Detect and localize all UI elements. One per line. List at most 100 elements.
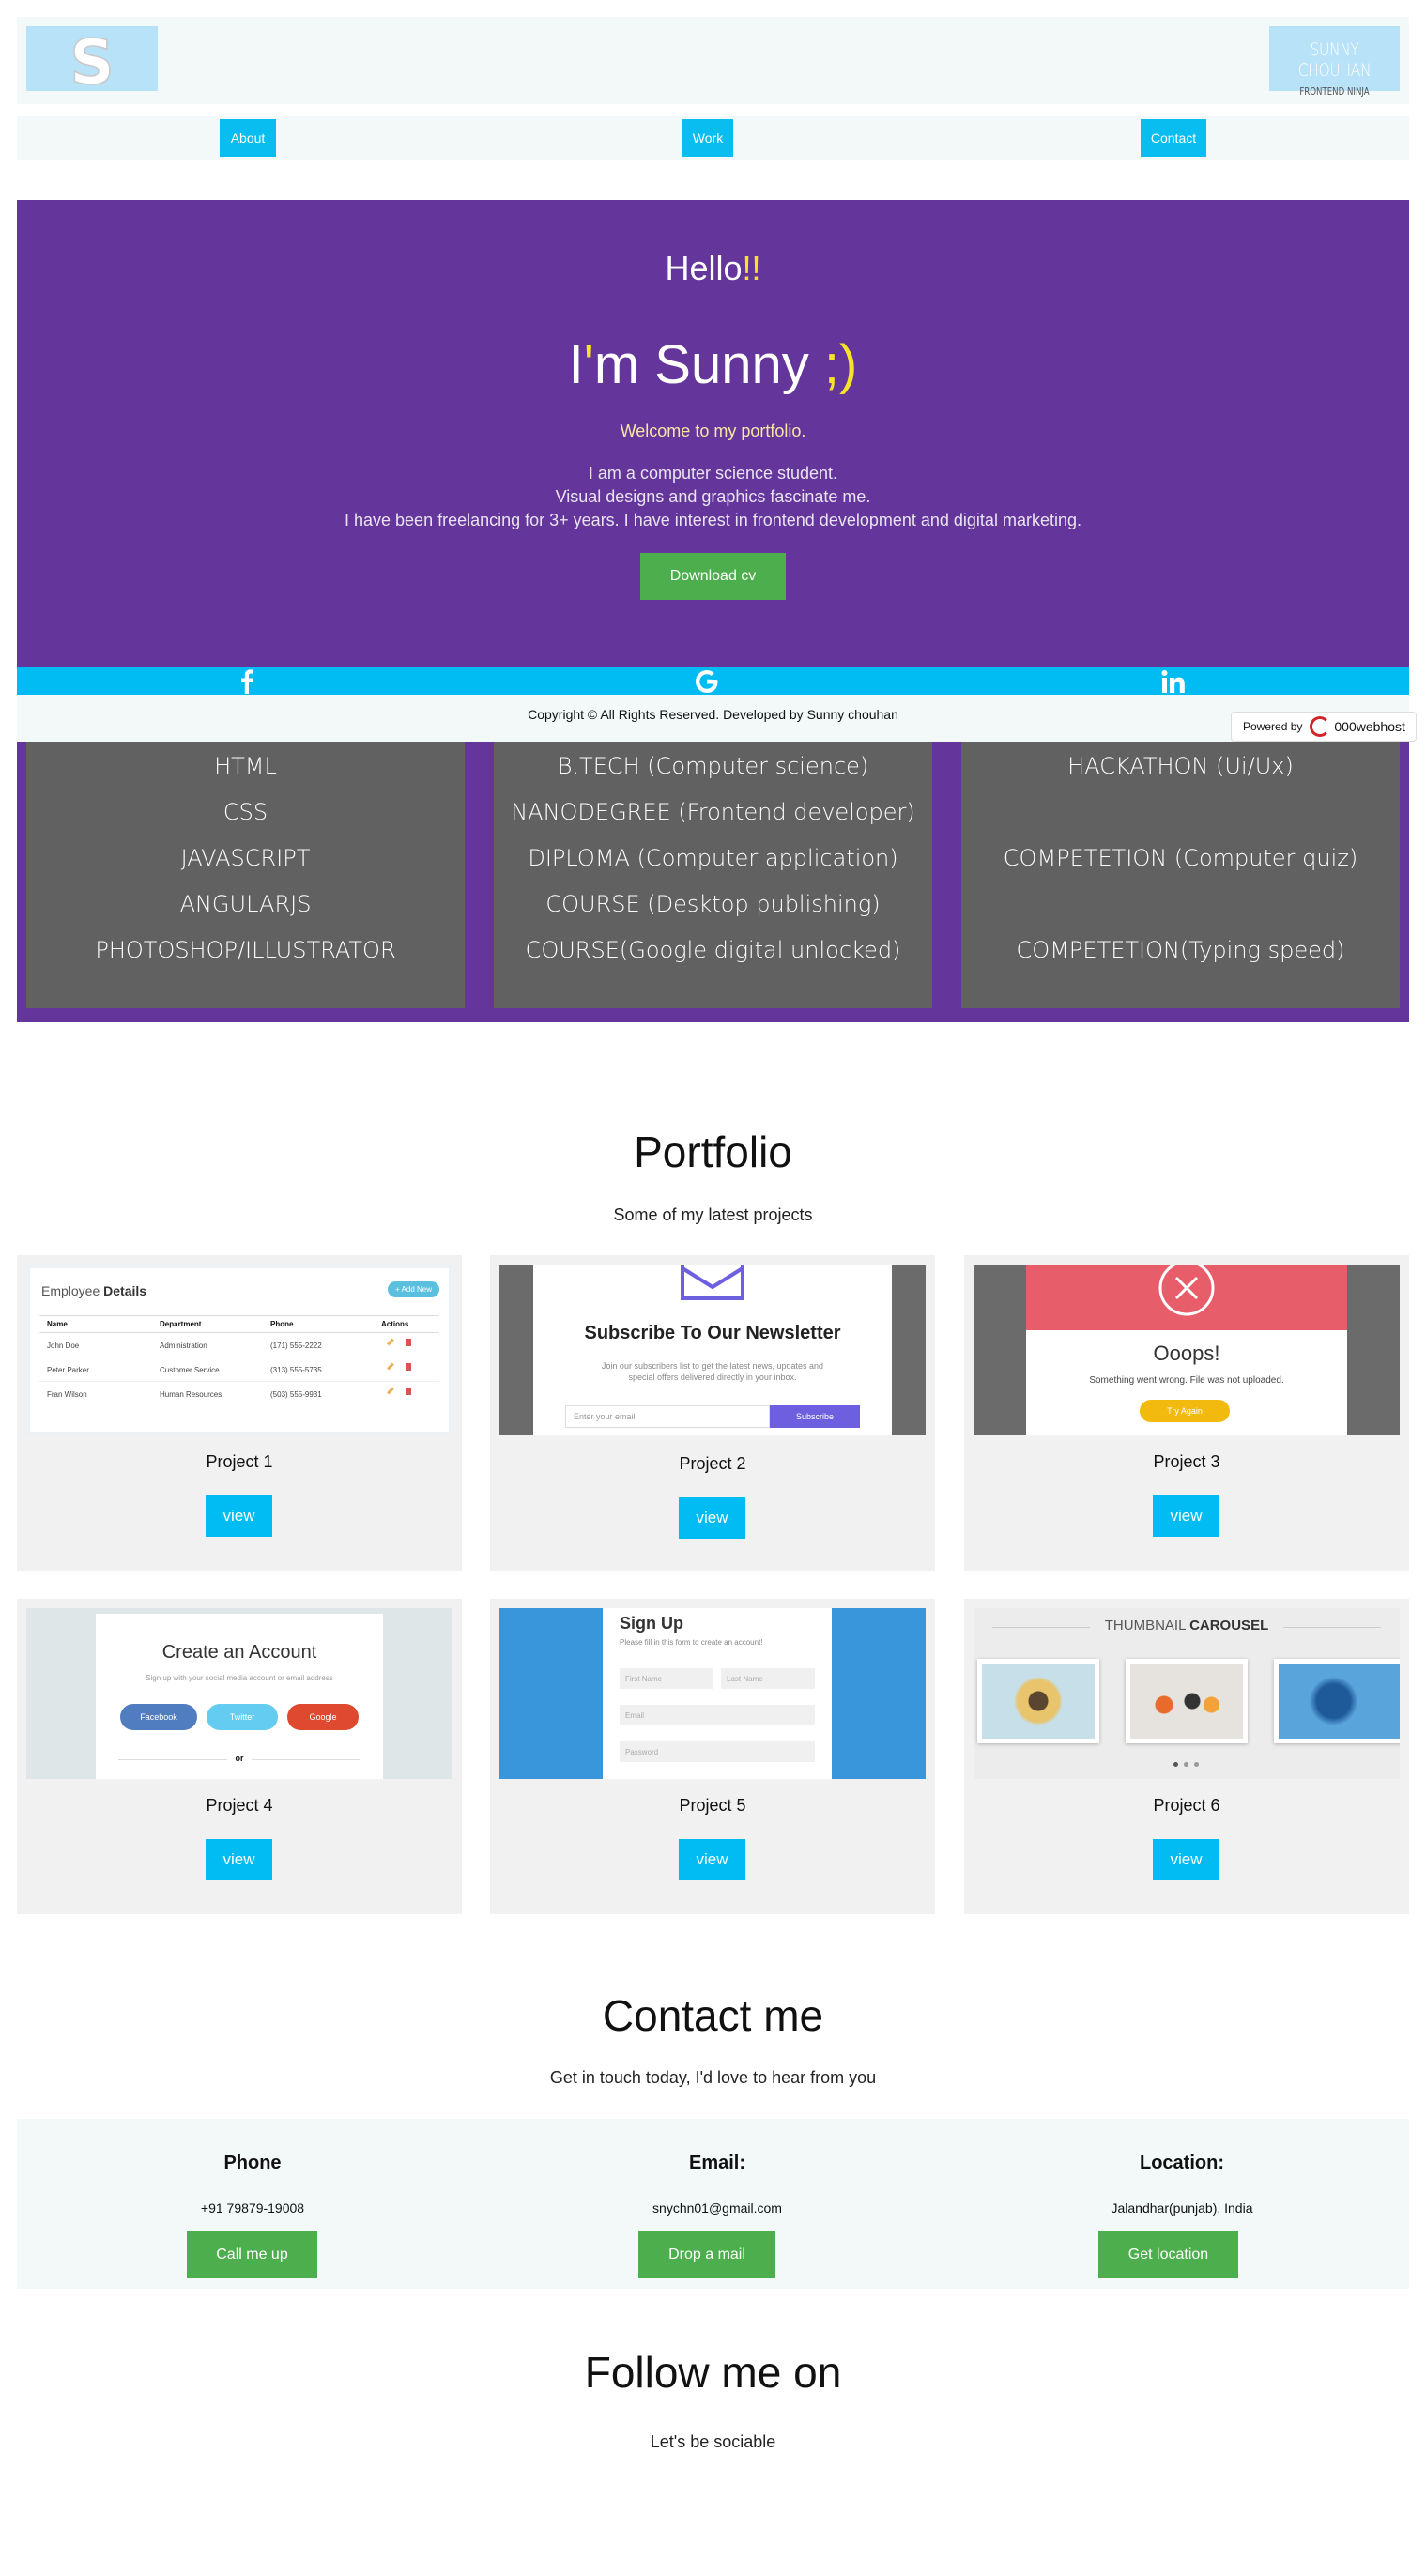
project-view-button[interactable]: view [679,1839,745,1880]
project-title: Project 1 [206,1452,273,1471]
call-button[interactable]: Call me up [187,2231,317,2278]
project-card: Subscribe To Our Newsletter Join our sub… [490,1255,935,1571]
social-bar [17,667,1409,695]
skill-item: ANGULARJS [179,891,312,917]
project-view-button[interactable]: view [679,1497,745,1539]
thumb-text: Something went wrong. File was not uploa… [1089,1375,1284,1386]
carousel-dot [1194,1762,1199,1767]
contact-title: Contact me [602,1991,824,2040]
bio-line: I am a computer science student. [588,464,838,483]
thumb-heading: Create an Account [161,1642,317,1663]
thumb-field: Last Name [721,1668,815,1689]
delete-icon [406,1363,411,1371]
contact-label: Email: [688,2153,746,2173]
project-thumbnail[interactable]: Create an Account Sign up with your soci… [26,1608,452,1779]
thumb-cell: Human Resources [160,1390,222,1399]
carousel-image [1274,1659,1400,1743]
skill-item: PHOTOSHOP/ILLUSTRATOR [95,937,396,963]
project-view-button[interactable]: view [1153,1839,1219,1880]
hero-welcome: Welcome to my portfolio. [620,422,806,440]
thumb-cell: Administration [160,1342,207,1350]
follow-title: Follow me on [584,2348,842,2397]
thumb-header: Actions [381,1320,409,1328]
nav-work[interactable]: Work [682,119,733,157]
project-title: Project 2 [679,1454,746,1473]
contact-label: Phone [223,2153,282,2173]
education-item: COURSE(Google digital unlocked) [525,937,901,963]
nav-contact[interactable]: Contact [1141,119,1206,157]
webhost-logo-icon [1310,716,1331,737]
skills-column: HTML CSS JAVASCRIPT ANGULARJS PHOTOSHOP/… [26,742,465,1008]
nav-about[interactable]: About [220,119,276,157]
thumb-text: Please fill in this form to create an ac… [620,1638,763,1647]
error-close-icon [1158,1265,1215,1316]
follow-subtitle: Let's be sociable [650,2432,776,2451]
envelope-icon [681,1265,744,1300]
thumb-button: Try Again [1140,1400,1230,1422]
edit-icon [387,1338,394,1346]
carousel-image [977,1659,1099,1743]
copyright: Copyright © All Rights Reserved. Develop… [17,695,1409,742]
project-thumbnail[interactable]: Subscribe To Our Newsletter Join our sub… [499,1265,926,1435]
site-header: S SUNNY CHOUHAN FRONTEND NINJA [17,17,1409,104]
project-thumbnail[interactable]: Ooops! Something went wrong. File was no… [974,1265,1400,1435]
bio-line: Visual designs and graphics fascinate me… [555,487,871,506]
contact-value: snychn01@gmail.com [652,2200,782,2216]
thumb-field: Email [620,1705,815,1725]
thumb-button: Subscribe [770,1405,860,1428]
linkedin-icon[interactable] [1161,669,1186,694]
thumb-heading: Ooops! [1153,1342,1220,1365]
education-item: DIPLOMA (Computer application) [528,845,898,871]
brand-tagline: FRONTEND NINJA [1299,86,1370,98]
edit-icon [387,1387,394,1395]
project-thumbnail[interactable]: THUMBNAIL CAROUSEL [974,1608,1400,1779]
powered-by-badge[interactable]: Powered by 000webhost [1231,712,1417,742]
carousel-dot [1173,1762,1178,1767]
project-title: Project 3 [1153,1452,1220,1471]
thumb-google-button: Google [287,1704,359,1730]
thumb-or: or [227,1754,252,1763]
project-card: Ooops! Something went wrong. File was no… [964,1255,1409,1571]
project-card: THUMBNAIL CAROUSEL Project 6 view [964,1599,1409,1914]
logo-s-icon: S [69,29,115,89]
location-button[interactable]: Get location [1098,2231,1238,2278]
contact-label: Location: [1140,2153,1224,2173]
achievements-column: HACKATHON (Ui/Ux) COMPETETION (Computer … [961,742,1400,1008]
portfolio-subtitle: Some of my latest projects [613,1205,813,1224]
project-card: Sign Up Please fill in this form to crea… [490,1599,935,1914]
google-icon[interactable] [695,669,719,694]
thumb-cell: (171) 555-2222 [270,1342,322,1350]
thumb-facebook-button: Facebook [120,1704,197,1730]
project-card: Employee Details + Add New Name Departme… [17,1255,462,1571]
thumb-field: Password [620,1741,815,1762]
skill-item: HTML [214,753,277,779]
svg-text:S: S [69,29,115,89]
hero-bio: I am a computer science student. Visual … [17,462,1409,532]
download-cv-button[interactable]: Download cv [640,553,786,600]
education-item: COURSE (Desktop publishing) [545,891,881,917]
project-card: Create an Account Sign up with your soci… [17,1599,462,1914]
project-view-button[interactable]: view [1153,1495,1219,1537]
skill-item: CSS [222,799,268,825]
project-title: Project 4 [206,1796,273,1815]
thumb-cell: (313) 555-5735 [270,1366,322,1374]
main-nav: About Work Contact [17,116,1409,160]
contact-section: Phone +91 79879-19008 Call me up Email: … [17,2119,1409,2289]
hero-hello: Hello!! [665,249,761,287]
project-view-button[interactable]: view [206,1839,272,1880]
thumb-input: Enter your email [565,1405,770,1428]
mail-button[interactable]: Drop a mail [638,2231,775,2278]
project-view-button[interactable]: view [206,1495,272,1537]
site-logo[interactable]: S [26,26,158,91]
education-item: B.TECH (Computer science) [557,753,869,779]
facebook-icon[interactable] [235,669,259,694]
thumb-field: First Name [620,1668,713,1689]
thumb-cell: John Doe [47,1342,80,1350]
project-thumbnail[interactable]: Employee Details + Add New Name Departme… [26,1265,452,1435]
delete-icon [406,1339,411,1346]
thumb-title: Employee Details [41,1283,147,1298]
project-thumbnail[interactable]: Sign Up Please fill in this form to crea… [499,1608,926,1779]
contact-value: Jalandhar(punjab), India [1111,2200,1253,2216]
achievement-item: HACKATHON (Ui/Ux) [1067,753,1294,779]
thumb-text: Sign up with your social media account o… [146,1674,333,1682]
